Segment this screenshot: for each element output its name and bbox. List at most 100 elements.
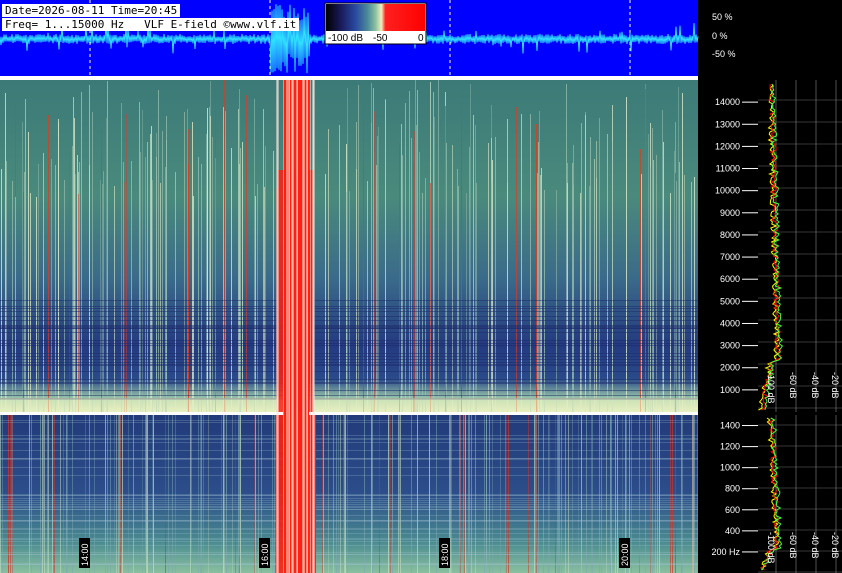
spectrogram-band <box>0 300 698 301</box>
spectrogram-streak <box>273 151 274 412</box>
spectrogram-streak <box>114 186 115 412</box>
spectrogram-band <box>0 343 698 344</box>
spectrogram-streak <box>64 180 65 412</box>
spectrogram-streak <box>150 134 151 412</box>
spectrogram-band <box>0 504 698 505</box>
spectrogram-band <box>0 364 698 365</box>
spectrogram-band <box>0 395 698 396</box>
upper-tick-label: 5000 <box>720 296 740 306</box>
spectrogram-band <box>0 502 698 503</box>
profile-label-group: -40 dB <box>810 532 820 559</box>
colorbar-label: -50 <box>373 33 388 44</box>
spectrogram-streak <box>192 122 193 412</box>
spectrogram-streak <box>374 111 375 412</box>
colorbar-label: -100 dB <box>328 33 363 44</box>
spectrogram-streak <box>212 137 213 412</box>
spectrogram-band <box>0 552 698 553</box>
spectrogram-band <box>0 390 698 391</box>
spectrogram-streak <box>72 146 73 412</box>
upper-tick-label: 6000 <box>720 274 740 284</box>
spectrogram-streak <box>413 163 414 412</box>
upper-tick-label: 8000 <box>720 230 740 240</box>
time-label-group: 14:00 <box>79 538 90 568</box>
spectrogram-streak <box>100 180 101 412</box>
burst-streak <box>287 80 288 573</box>
profile-db-label: -60 dB <box>788 532 798 559</box>
profile-db-label: -40 dB <box>810 532 820 559</box>
spectrogram-streak <box>581 123 582 412</box>
spectrogram-streak <box>536 124 537 412</box>
spectrogram-streak <box>231 148 232 412</box>
spectrogram-streak <box>198 157 199 412</box>
spectrogram-streak <box>541 168 542 412</box>
spectrogram-streak <box>530 114 531 412</box>
spectrogram-band <box>0 538 698 539</box>
upper-tick-label: 13000 <box>715 119 740 129</box>
spectrogram-streak <box>377 136 378 412</box>
spectrogram-streak <box>679 162 680 412</box>
panel-separator-top <box>0 76 698 80</box>
waveform-amplitude-labels: 50 % 0 % -50 % <box>712 12 736 59</box>
spectrogram-streak <box>264 187 265 412</box>
spectrogram-streak <box>43 182 44 412</box>
spectrogram-streak <box>641 174 642 412</box>
upper-spectrogram-hlines <box>0 300 698 412</box>
spectrogram-streak <box>516 107 517 412</box>
spectrogram-streak <box>339 125 340 412</box>
profile-db-label: -20 dB <box>830 532 840 559</box>
burst-streak <box>296 80 297 573</box>
spectrogram-streak <box>328 129 329 412</box>
spectrogram-band <box>0 316 698 317</box>
lower-tick-label: 1200 <box>720 442 740 452</box>
spectrogram-streak <box>473 115 474 412</box>
spectrogram-streak <box>469 147 470 412</box>
spectrogram-streak <box>458 186 459 412</box>
upper-tick-label: 1000 <box>720 385 740 395</box>
spectrogram-band <box>0 528 698 529</box>
spectrogram-band <box>0 379 698 380</box>
spectrogram-streak <box>223 107 224 412</box>
spectrogram-streak <box>58 119 59 412</box>
spectrogram-streak <box>676 181 677 412</box>
spectrogram-streak <box>22 122 23 412</box>
spectrogram-streak <box>158 90 159 412</box>
spectrogram-streak <box>573 185 574 412</box>
lower-tick-label: 400 <box>725 526 740 536</box>
spectrogram-streak <box>599 118 600 412</box>
spectrogram-streak <box>653 160 654 412</box>
spectrogram-band <box>0 520 698 521</box>
spectrogram-band <box>0 362 698 363</box>
spectrogram-streak <box>210 116 211 412</box>
spectrogram-streak <box>376 165 377 412</box>
spectrogram-streak <box>507 119 508 412</box>
spectrogram-band <box>0 475 698 476</box>
upper-tick-label: 12000 <box>715 141 740 151</box>
spectrogram-streak <box>140 152 141 412</box>
spectrogram-streak <box>607 158 608 412</box>
spectrogram-band <box>0 500 698 501</box>
profile-label-group: -40 dB <box>810 372 820 399</box>
spectrogram-band <box>0 327 698 328</box>
spectrogram-streak <box>414 131 415 412</box>
spectrogram-band <box>0 325 698 326</box>
spectrogram-streak <box>201 164 202 412</box>
spectrogram-band <box>0 356 698 357</box>
upper-tick-label: 7000 <box>720 252 740 262</box>
burst-streak <box>310 80 311 573</box>
spectrogram-streak <box>74 118 75 412</box>
spectrogram-band <box>0 450 698 451</box>
time-label: 20:00 <box>620 543 630 566</box>
spectrogram-streak <box>124 182 125 412</box>
spectrogram-streak <box>69 151 70 412</box>
spectrogram-streak <box>103 171 104 412</box>
spectrogram-streak <box>457 169 458 412</box>
profile-db-label: -100 dB <box>766 532 776 564</box>
spectrogram-band <box>0 435 698 436</box>
spectrogram-streak <box>662 110 663 412</box>
spectrogram-streak <box>656 155 657 412</box>
spectrogram-streak <box>648 134 649 412</box>
upper-tick-label: 4000 <box>720 318 740 328</box>
spectrogram-streak <box>378 127 379 412</box>
spectrogram-band <box>0 541 698 542</box>
spectrogram-canvas: 14:00 16:00 18:00 20:00 1000200030004000500… <box>0 0 842 573</box>
